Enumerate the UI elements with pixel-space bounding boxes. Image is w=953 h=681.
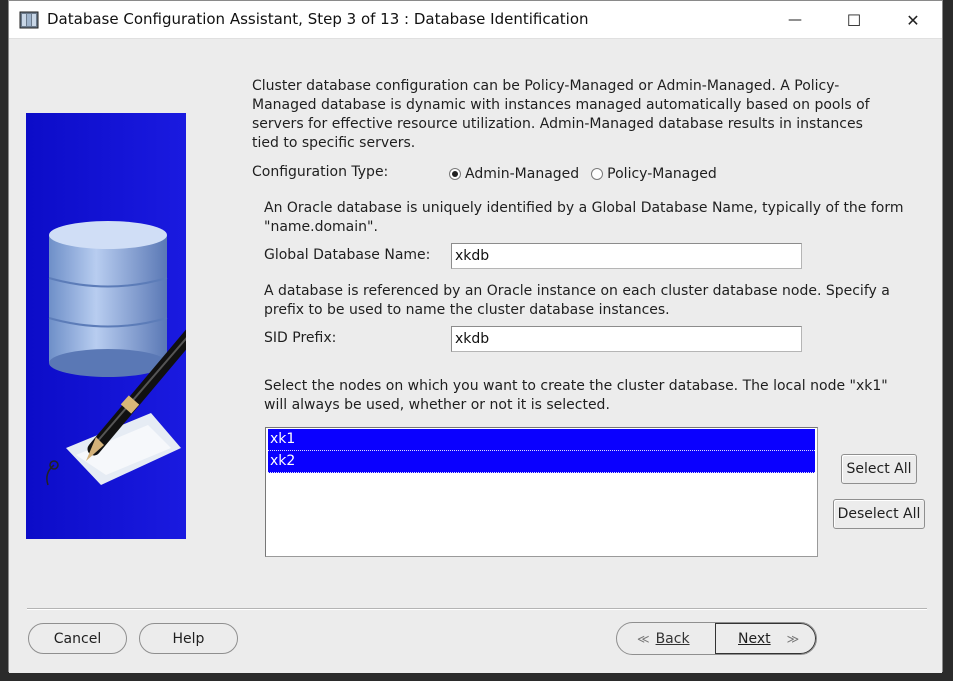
nodes-description: Select the nodes on which you want to cr…	[264, 377, 888, 415]
cluster-nodes-list[interactable]: xk1 xk2	[265, 427, 818, 557]
policy-managed-label[interactable]: Policy-Managed	[607, 166, 717, 182]
sid-description-line: prefix to be used to name the cluster da…	[264, 302, 670, 318]
database-pen-illustration	[26, 113, 186, 539]
dbca-window: Database Configuration Assistant, Step 3…	[8, 0, 943, 673]
configuration-type-radio-group: Admin-Managed Policy-Managed	[449, 164, 729, 184]
sid-description-line: A database is referenced by an Oracle in…	[264, 283, 890, 299]
minimize-icon: —	[788, 12, 802, 28]
nodes-description-line: Select the nodes on which you want to cr…	[264, 378, 888, 394]
footer-divider	[27, 608, 927, 610]
sid-prefix-field[interactable]: xkdb	[451, 326, 802, 352]
close-icon: ✕	[906, 10, 920, 30]
policy-managed-radio[interactable]	[591, 168, 604, 180]
maximize-button[interactable]: ☐	[831, 1, 877, 39]
sid-prefix-label: SID Prefix:	[264, 330, 337, 346]
global-db-name-field[interactable]: xkdb	[451, 243, 802, 269]
title-bar: Database Configuration Assistant, Step 3…	[9, 1, 942, 39]
next-arrow-icon: ≫	[786, 631, 800, 646]
maximize-icon: ☐	[846, 10, 862, 30]
admin-managed-radio[interactable]	[449, 168, 461, 180]
next-button[interactable]: Next ≫	[715, 623, 816, 654]
nodes-description-line: will always be used, whether or not it i…	[264, 397, 610, 413]
intro-description: Cluster database configuration can be Po…	[252, 77, 870, 153]
app-icon	[19, 11, 39, 29]
back-button[interactable]: ≪ Back	[617, 623, 715, 654]
global-db-description-line: An Oracle database is uniquely identifie…	[264, 200, 904, 216]
list-item[interactable]: xk1	[268, 429, 815, 451]
intro-line: Managed database is dynamic with instanc…	[252, 97, 870, 113]
minimize-button[interactable]: —	[772, 1, 818, 39]
global-db-description-line: "name.domain".	[264, 219, 378, 235]
cancel-button[interactable]: Cancel	[28, 623, 127, 654]
back-label: Back	[655, 630, 690, 647]
deselect-all-button[interactable]: Deselect All	[833, 499, 925, 529]
help-button[interactable]: Help	[139, 623, 238, 654]
navigation-button-group: ≪ Back Next ≫	[616, 622, 817, 655]
sid-description: A database is referenced by an Oracle in…	[264, 282, 890, 320]
select-all-button[interactable]: Select All	[841, 454, 917, 484]
intro-line: servers for effective resource utilizati…	[252, 116, 863, 132]
wizard-content: Cluster database configuration can be Po…	[9, 39, 942, 673]
close-button[interactable]: ✕	[890, 1, 936, 39]
global-db-description: An Oracle database is uniquely identifie…	[264, 199, 904, 237]
intro-line: tied to specific servers.	[252, 135, 416, 151]
configuration-type-label: Configuration Type:	[252, 164, 389, 180]
list-item[interactable]: xk2	[268, 451, 815, 473]
window-title: Database Configuration Assistant, Step 3…	[47, 10, 589, 28]
next-label: Next	[738, 630, 771, 647]
global-db-name-label: Global Database Name:	[264, 247, 431, 263]
intro-line: Cluster database configuration can be Po…	[252, 78, 840, 94]
admin-managed-label[interactable]: Admin-Managed	[465, 166, 579, 182]
back-arrow-icon: ≪	[637, 631, 650, 646]
